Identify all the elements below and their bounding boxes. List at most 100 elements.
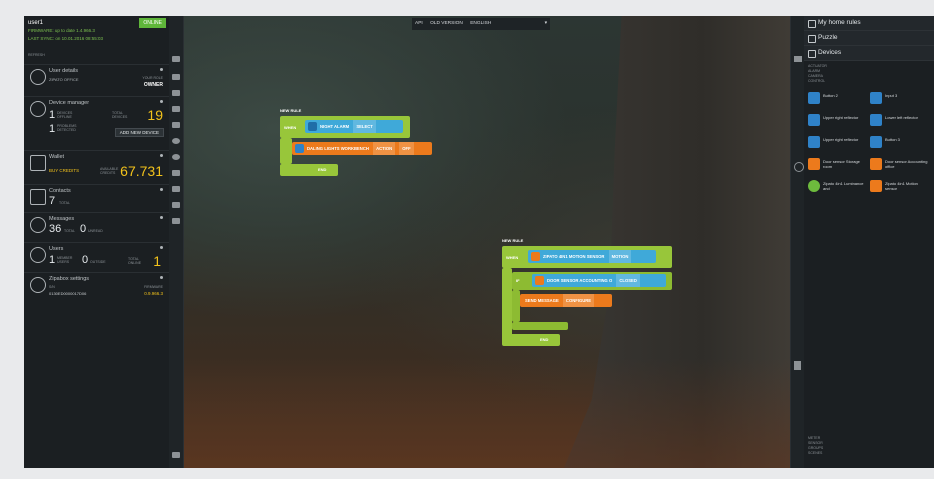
device-item[interactable]: Zipato 4in1 Motion sensor: [870, 180, 930, 198]
device-item[interactable]: Door sensor Storage room: [808, 158, 868, 176]
device-list: Button 2 Input 3 Upper right reflector L…: [804, 92, 934, 202]
wallet-section[interactable]: Wallet BUY CREDITS AVAILABLE CREDITS 67.…: [24, 150, 169, 183]
rule-title: NEW RULE: [280, 108, 302, 113]
folder-icon[interactable]: [172, 122, 180, 128]
account-header: user1 ONLINE FIRMWARE: up to date 1.4.96…: [24, 16, 169, 59]
messages-icon: [30, 217, 46, 233]
device-item[interactable]: Button 2: [808, 92, 868, 110]
configure-button[interactable]: CONFIGURE: [562, 294, 595, 307]
buy-credits-link[interactable]: BUY CREDITS: [49, 168, 79, 173]
messages-section[interactable]: Messages 36 TOTAL 0 UNREAD: [24, 212, 169, 239]
condition-select[interactable]: CLOSED: [616, 274, 640, 287]
trash-icon[interactable]: [794, 361, 801, 370]
send-message-label: SEND MESSAGE: [525, 298, 559, 303]
clock-icon[interactable]: [172, 138, 180, 144]
top-categories: ACTUATOR ALARM CAMERA CONTROL: [804, 64, 934, 84]
messages-unread: 0: [80, 223, 87, 235]
gear-icon[interactable]: [160, 216, 163, 219]
total-devices: 19: [147, 107, 163, 123]
chevron-down-icon[interactable]: ▾: [545, 18, 547, 30]
gear-icon[interactable]: [160, 154, 163, 157]
top-links: API OLD VERSION ENGLISH ▾: [412, 18, 550, 30]
device-item[interactable]: Door sensor Accounting office: [870, 158, 930, 176]
gear-icon[interactable]: [160, 246, 163, 249]
serial-number: 0130ED0000017D06: [49, 291, 87, 296]
action-target: DALING LIGHTS WORKBENCH: [307, 146, 369, 151]
video-icon[interactable]: [172, 202, 180, 208]
device-item[interactable]: Input 3: [870, 92, 930, 110]
motion-sensor-icon: [531, 252, 540, 261]
link-icon[interactable]: [172, 170, 180, 176]
background-leaves: [184, 358, 790, 468]
alarm-icon: [308, 122, 317, 131]
category-control[interactable]: CONTROL: [804, 79, 934, 84]
devices-icon: [808, 50, 816, 58]
my-home-rules-header[interactable]: My home rules: [804, 16, 934, 31]
users-section[interactable]: Users 1 MEMBER USERS 0 OUTSIDE TOTAL ONL…: [24, 242, 169, 271]
contacts-section[interactable]: Contacts 7 TOTAL: [24, 184, 169, 209]
condition-block[interactable]: DOOR SENSOR ACCOUNTING O CLOSED: [532, 274, 666, 287]
outside-label: OUTSIDE: [90, 260, 106, 264]
action-block[interactable]: DALING LIGHTS WORKBENCH ACTION OFF: [292, 142, 432, 155]
category-scenes[interactable]: SCENES: [804, 451, 934, 456]
chart-icon[interactable]: [172, 106, 180, 112]
device-item[interactable]: Zipato 4in1 Luminance and: [808, 180, 868, 198]
rule-block-2[interactable]: NEW RULE WHEN ZIPATO 4IN1 MOTION SENSOR …: [502, 238, 682, 358]
messages-total-label: TOTAL: [64, 229, 75, 233]
trigger-select[interactable]: SELECT: [353, 120, 376, 133]
power-icon: [808, 136, 820, 148]
contacts-label: TOTAL: [59, 201, 70, 205]
collapse-icon[interactable]: [172, 452, 180, 458]
send-message-block[interactable]: SEND MESSAGE CONFIGURE: [520, 294, 612, 307]
trigger-block[interactable]: ZIPATO 4IN1 MOTION SENSOR MOTION: [528, 250, 656, 263]
refresh-icon[interactable]: [794, 162, 804, 172]
end-block: [280, 164, 338, 176]
api-link[interactable]: API: [415, 21, 423, 26]
device-item[interactable]: Upper right reflector: [808, 136, 868, 154]
trigger-name: ZIPATO 4IN1 MOTION SENSOR: [543, 254, 605, 259]
device-item[interactable]: Button 3: [870, 136, 930, 154]
power-icon: [870, 136, 882, 148]
right-panel: My home rules Puzzle Devices ACTUATOR AL…: [804, 16, 934, 468]
share-icon[interactable]: [172, 218, 180, 224]
contacts-count: 7: [49, 195, 56, 207]
trigger-block[interactable]: NIGHT ALARM SELECT: [305, 120, 403, 133]
home-icon[interactable]: [172, 56, 180, 62]
target-icon[interactable]: [172, 154, 180, 160]
messages-unread-label: UNREAD: [88, 229, 103, 233]
rule-block-1[interactable]: NEW RULE WHEN NIGHT ALARM SELECT DALING …: [280, 108, 440, 188]
image-icon[interactable]: [172, 186, 180, 192]
gear-icon[interactable]: [160, 68, 163, 71]
language-select[interactable]: ENGLISH: [470, 21, 491, 26]
add-new-device-button[interactable]: ADD NEW DEVICE: [114, 128, 164, 137]
refresh-link[interactable]: REFRESH: [28, 51, 165, 59]
firmware-version: 0.9.966.3: [144, 291, 163, 296]
user-details-section[interactable]: User details ZIPATO OFFICE YOUR ROLE OWN…: [24, 64, 169, 93]
app-window: user1 ONLINE FIRMWARE: up to date 1.4.96…: [24, 16, 934, 468]
action-value[interactable]: OFF: [399, 142, 414, 155]
gear-icon[interactable]: [160, 188, 163, 191]
grid-icon[interactable]: [172, 90, 180, 96]
gear-icon[interactable]: [160, 100, 163, 103]
device-manager-section[interactable]: Device manager 1 DEVICES OFFLINE 1 PROBL…: [24, 96, 169, 149]
device-item[interactable]: Lower left reflector: [870, 114, 930, 132]
device-item[interactable]: Upper right reflector: [808, 114, 868, 132]
gear-icon[interactable]: [160, 276, 163, 279]
if-body: [512, 290, 520, 322]
section-title: User details: [49, 68, 79, 74]
last-sync: LAST SYNC: on 10.01.2016 08:55:03: [28, 36, 103, 41]
section-title: Contacts: [49, 188, 71, 194]
power-icon: [295, 144, 304, 153]
list-icon[interactable]: [172, 74, 180, 80]
eye-icon[interactable]: [794, 56, 802, 62]
zipabox-settings-section[interactable]: Zipabox settings S/N 0130ED0000017D06 FI…: [24, 272, 169, 303]
power-icon: [808, 114, 820, 126]
old-version-link[interactable]: OLD VERSION: [430, 21, 463, 26]
puzzle-header[interactable]: Puzzle: [804, 31, 934, 46]
rule-canvas[interactable]: API OLD VERSION ENGLISH ▾ NEW RULE WHEN …: [184, 16, 794, 468]
wallet-icon: [30, 155, 46, 171]
outside-count: 0: [82, 254, 89, 266]
door-sensor-icon: [870, 158, 882, 170]
trigger-select[interactable]: MOTION: [608, 250, 632, 263]
devices-header[interactable]: Devices: [804, 46, 934, 61]
